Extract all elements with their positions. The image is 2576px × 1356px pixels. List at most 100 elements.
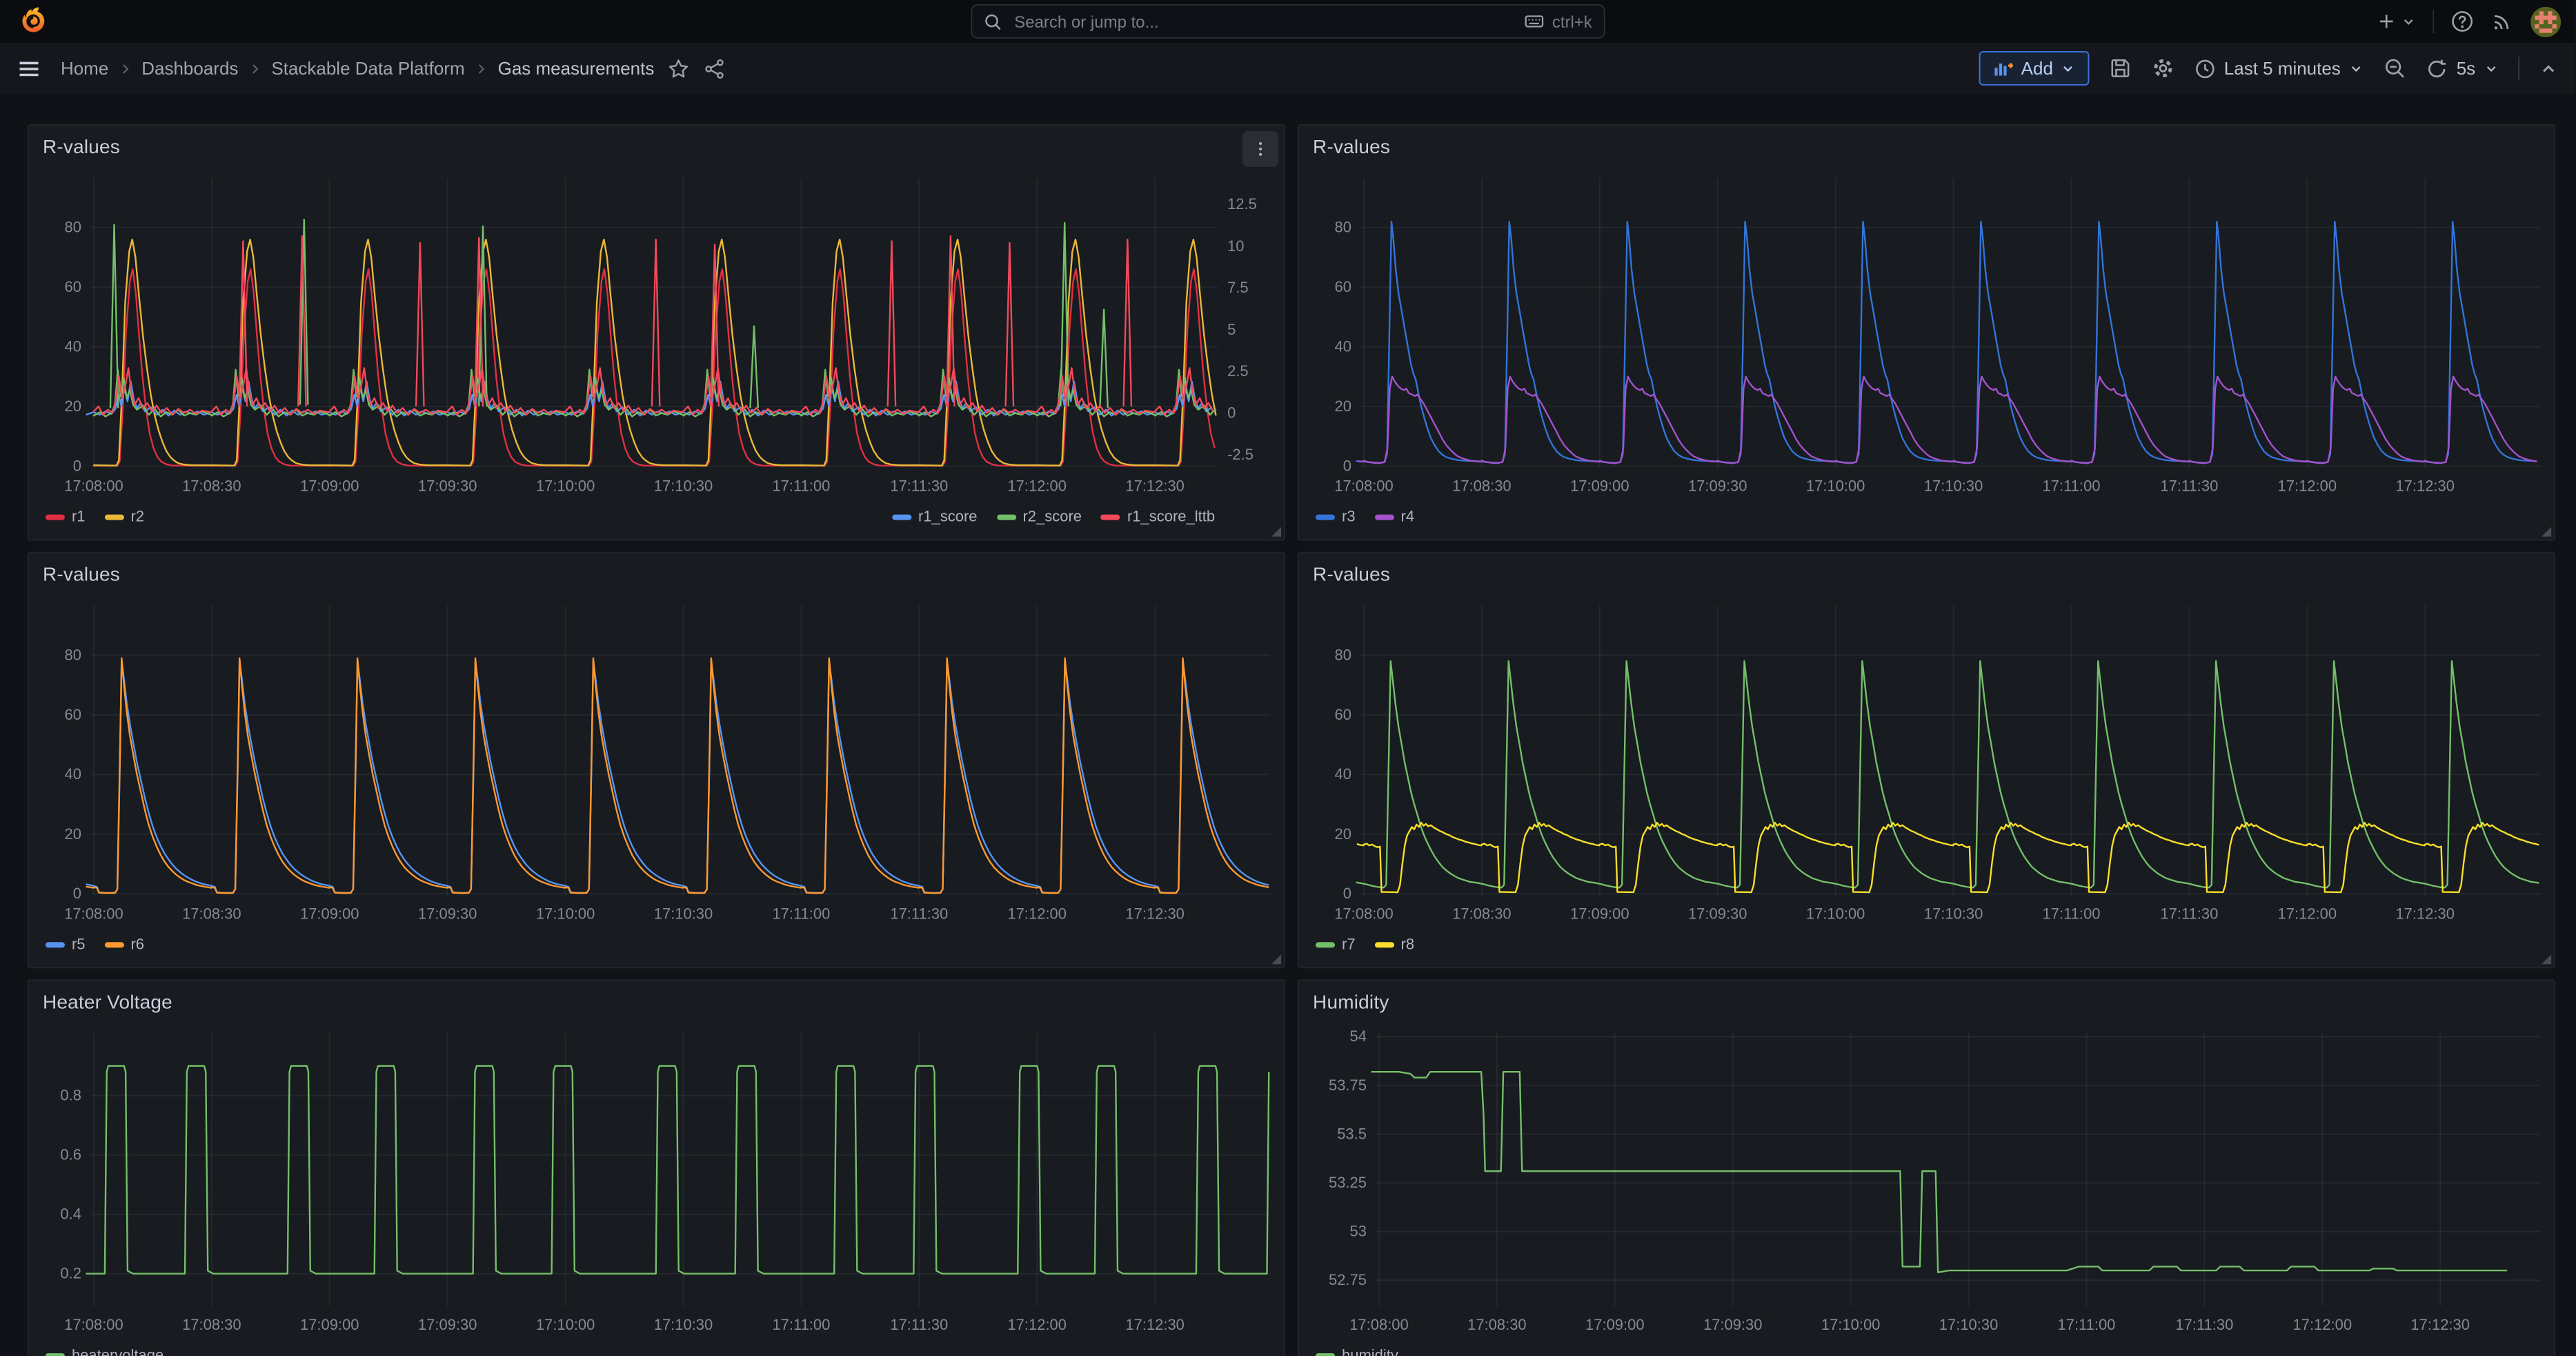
menu-icon[interactable] (17, 56, 41, 81)
panel-title: R-values (1313, 563, 1390, 585)
gear-icon[interactable] (2151, 57, 2174, 80)
chevron-up-icon[interactable] (2539, 59, 2558, 78)
svg-text:17:09:00: 17:09:00 (1570, 905, 1629, 922)
add-button[interactable]: Add (1979, 51, 2089, 86)
dashboard-panel: R-values 17:08:0017:08:3017:09:0017:09:3… (28, 552, 1285, 969)
refresh-picker[interactable]: 5s (2426, 57, 2499, 79)
chevron-right-icon (117, 60, 133, 77)
svg-text:20: 20 (1335, 397, 1351, 415)
breadcrumb-item[interactable]: Home (61, 58, 108, 79)
svg-text:17:08:30: 17:08:30 (182, 478, 241, 495)
resize-handle[interactable] (1271, 527, 1281, 537)
breadcrumb-item[interactable]: Stackable Data Platform (271, 58, 464, 79)
grafana-logo-icon[interactable] (18, 6, 48, 36)
chevron-down-icon (2060, 61, 2075, 76)
svg-text:17:08:00: 17:08:00 (64, 478, 123, 495)
legend: r7 r8 (1316, 936, 1414, 953)
svg-text:0.4: 0.4 (60, 1206, 81, 1223)
svg-text:17:12:30: 17:12:30 (2395, 478, 2455, 495)
topbar-actions (2376, 0, 2561, 43)
legend-label: r1_score (918, 509, 978, 526)
legend-item-r2_score[interactable]: r2_score (996, 509, 1082, 526)
breadcrumb-item[interactable]: Dashboards (141, 58, 238, 79)
avatar[interactable] (2530, 6, 2561, 37)
legend-item-r2[interactable]: r2 (104, 509, 144, 526)
search-input[interactable] (1011, 10, 1515, 32)
legend-item-r8[interactable]: r8 (1375, 936, 1415, 953)
legend-item-r3[interactable]: r3 (1316, 509, 1356, 526)
chevron-down-icon (2349, 61, 2364, 76)
series-color-swatch (1316, 942, 1335, 947)
legend-item-r1_score_lttb[interactable]: r1_score_lttb (1101, 509, 1215, 526)
legend-label: r6 (130, 936, 144, 953)
series-color-swatch (1375, 515, 1394, 520)
chevron-down-icon (2401, 14, 2416, 29)
legend-item-humidity[interactable]: humidity (1316, 1348, 1398, 1356)
share-icon[interactable] (704, 57, 726, 79)
legend-item-r6[interactable]: r6 (104, 936, 144, 953)
svg-text:17:08:00: 17:08:00 (1334, 478, 1394, 495)
resize-handle[interactable] (2542, 954, 2551, 964)
panel-add-icon (1992, 59, 2014, 78)
refresh-icon (2426, 57, 2448, 79)
svg-text:17:11:30: 17:11:30 (2160, 905, 2218, 922)
svg-text:60: 60 (65, 278, 81, 295)
svg-text:17:12:30: 17:12:30 (2395, 905, 2455, 922)
svg-text:17:11:00: 17:11:00 (772, 1316, 830, 1333)
svg-text:17:12:30: 17:12:30 (2410, 1316, 2470, 1333)
svg-text:0.6: 0.6 (60, 1146, 81, 1163)
svg-text:60: 60 (65, 706, 81, 723)
svg-text:40: 40 (1335, 338, 1351, 355)
svg-text:0.2: 0.2 (60, 1265, 81, 1282)
legend: r1_score r2_score r1_score_lttb (892, 509, 1215, 526)
dashboard-panel: R-values 17:08:0017:08:3017:09:0017:09:3… (28, 124, 1285, 541)
svg-text:0: 0 (73, 885, 81, 902)
save-icon[interactable] (2108, 57, 2132, 80)
svg-text:20: 20 (65, 825, 81, 843)
breadcrumb-item[interactable]: Gas measurements (498, 58, 655, 79)
series-color-swatch (1316, 515, 1335, 520)
svg-text:17:09:30: 17:09:30 (418, 905, 477, 922)
legend: r5 r6 (46, 936, 144, 953)
legend-item-r1[interactable]: r1 (46, 509, 86, 526)
svg-text:17:10:30: 17:10:30 (654, 905, 713, 922)
star-icon[interactable] (668, 57, 690, 79)
svg-text:17:09:00: 17:09:00 (300, 1316, 359, 1333)
time-range-picker[interactable]: Last 5 minutes (2194, 57, 2364, 79)
legend-label: r2_score (1022, 509, 1082, 526)
dashboard-panel: R-values 17:08:0017:08:3017:09:0017:09:3… (1298, 552, 2555, 969)
svg-text:80: 80 (1335, 219, 1351, 236)
keyboard-icon (1525, 11, 1545, 32)
dashboard-panel: R-values 17:08:0017:08:3017:09:0017:09:3… (1298, 124, 2555, 541)
svg-text:17:09:30: 17:09:30 (1688, 905, 1747, 922)
new-button[interactable] (2376, 11, 2416, 32)
svg-text:17:11:00: 17:11:00 (2058, 1316, 2116, 1333)
legend-item-r5[interactable]: r5 (46, 936, 86, 953)
legend-item-r4[interactable]: r4 (1375, 509, 1415, 526)
series-color-swatch (104, 942, 123, 947)
zoom-out-icon[interactable] (2384, 57, 2407, 80)
resize-handle[interactable] (1271, 954, 1281, 964)
time-series-chart: 17:08:0017:08:3017:09:0017:09:3017:10:00… (1299, 126, 2554, 541)
svg-text:17:11:00: 17:11:00 (772, 905, 830, 922)
legend-item-heatervoltage[interactable]: heatervoltage (46, 1348, 164, 1356)
resize-handle[interactable] (2542, 527, 2551, 537)
rss-icon[interactable] (2490, 10, 2514, 33)
svg-text:17:12:00: 17:12:00 (1007, 905, 1067, 922)
search-shortcut: ctrl+k (1525, 11, 1592, 32)
legend-item-r1_score[interactable]: r1_score (892, 509, 978, 526)
help-icon[interactable] (2450, 10, 2474, 33)
legend-item-r7[interactable]: r7 (1316, 936, 1356, 953)
svg-text:2.5: 2.5 (1227, 362, 1249, 380)
svg-text:17:10:30: 17:10:30 (654, 1316, 713, 1333)
series-color-swatch (892, 515, 911, 520)
svg-text:17:11:30: 17:11:30 (2160, 478, 2218, 495)
global-search[interactable]: ctrl+k (970, 4, 1605, 39)
svg-text:17:11:30: 17:11:30 (890, 905, 948, 922)
svg-text:7.5: 7.5 (1227, 279, 1249, 296)
svg-text:0: 0 (73, 457, 81, 474)
svg-text:20: 20 (1335, 825, 1351, 843)
svg-text:17:12:00: 17:12:00 (2293, 1316, 2352, 1333)
svg-text:80: 80 (65, 219, 81, 236)
kebab-menu-icon[interactable] (1242, 131, 1278, 167)
